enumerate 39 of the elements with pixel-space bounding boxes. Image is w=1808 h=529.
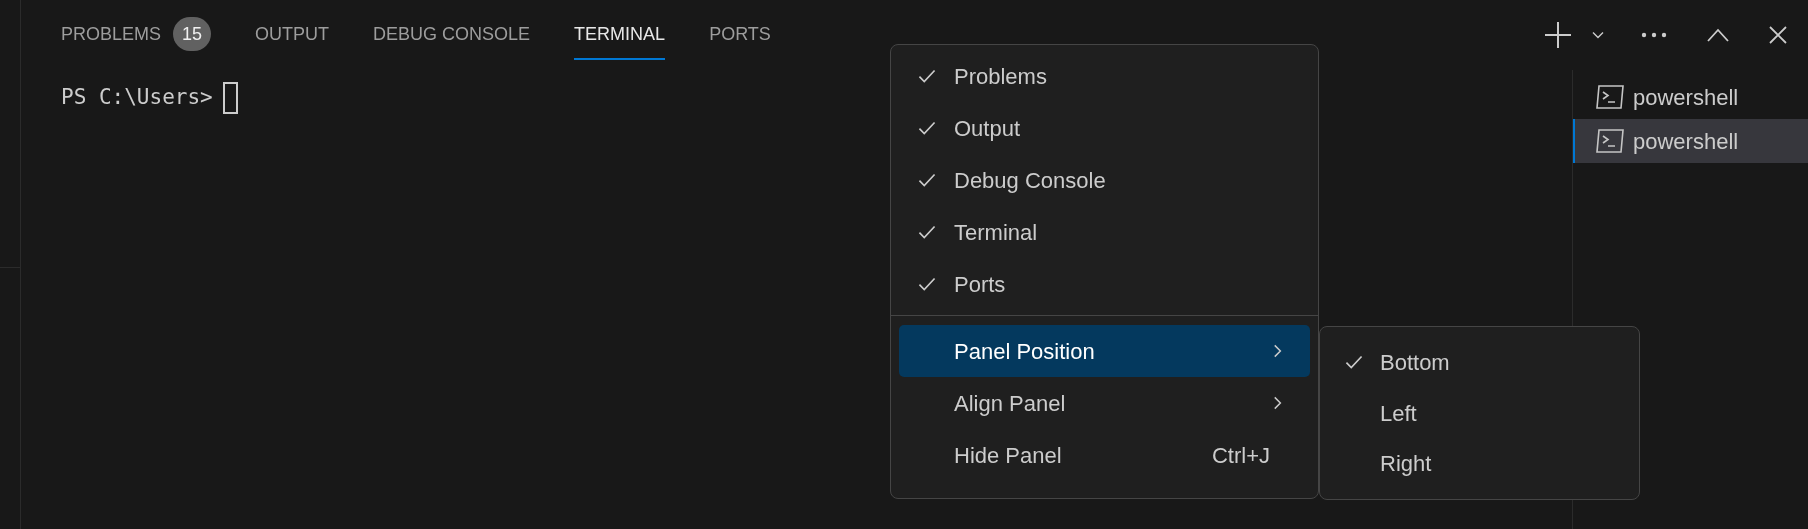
menu-item[interactable]: Problems bbox=[899, 50, 1310, 102]
menu-item-label: Problems bbox=[954, 62, 1047, 91]
menu-item-label: Bottom bbox=[1380, 348, 1450, 377]
panel-tab[interactable]: PORTS bbox=[709, 10, 771, 60]
menu-item[interactable]: Panel Position bbox=[899, 325, 1310, 377]
menu-item-label: Left bbox=[1380, 399, 1417, 428]
text-cursor bbox=[222, 82, 238, 114]
chevron-up-icon[interactable] bbox=[1706, 27, 1730, 43]
plus-icon[interactable] bbox=[1544, 21, 1572, 49]
menu-item[interactable]: Terminal bbox=[899, 206, 1310, 258]
menu-item-label: Right bbox=[1380, 450, 1432, 479]
menu-item-label: Panel Position bbox=[954, 337, 1095, 366]
shortcut-label: Ctrl+J bbox=[1211, 441, 1270, 470]
panel-tab[interactable]: DEBUG CONSOLE bbox=[373, 10, 531, 60]
menu-item[interactable]: Ports bbox=[899, 258, 1310, 310]
menu-item-label: Debug Console bbox=[954, 166, 1106, 195]
menu-item[interactable]: Output bbox=[899, 102, 1310, 154]
count-badge: 15 bbox=[173, 17, 212, 51]
menu-item-label: Align Panel bbox=[954, 389, 1066, 418]
terminal-prompt: PS C:\Users> bbox=[61, 84, 213, 111]
menu-item-label: Terminal bbox=[954, 218, 1038, 247]
more-icon[interactable] bbox=[1640, 31, 1668, 39]
menu-item[interactable]: Align Panel bbox=[899, 377, 1310, 429]
menu-item[interactable]: Hide Panel Ctrl+J bbox=[899, 429, 1310, 481]
terminal-icon bbox=[1595, 128, 1625, 154]
terminal-icon bbox=[1595, 84, 1625, 110]
menu-item-label: Ports bbox=[954, 270, 1006, 299]
panel-tab[interactable]: OUTPUT bbox=[255, 10, 330, 60]
menu-item[interactable]: Right bbox=[1328, 438, 1631, 489]
panel-tab[interactable]: PROBLEMS 15 bbox=[61, 10, 212, 60]
menu-item[interactable]: Left bbox=[1328, 387, 1631, 439]
terminal-list-item[interactable]: powershell bbox=[1573, 119, 1808, 163]
menu-item-label: Hide Panel bbox=[954, 441, 1062, 470]
menu-item[interactable]: Debug Console bbox=[899, 154, 1310, 206]
menu-item[interactable]: Bottom bbox=[1328, 337, 1631, 388]
panel-tab[interactable]: TERMINAL bbox=[574, 10, 666, 60]
terminal-list-item[interactable]: powershell bbox=[1573, 75, 1808, 119]
close-icon[interactable] bbox=[1768, 25, 1788, 45]
menu-item-label: Output bbox=[954, 114, 1021, 143]
